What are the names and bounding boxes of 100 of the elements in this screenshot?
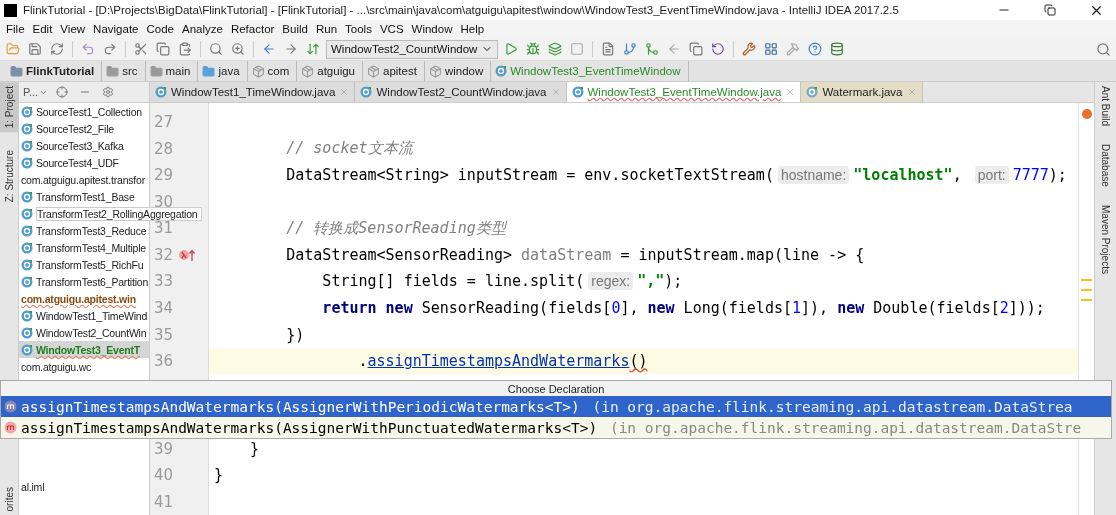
class-icon: [155, 86, 167, 98]
declaration-option[interactable]: assignTimestampsAndWatermarks(AssignerWithPeriodicWatermarks<T>) (in org.apache.flink.streaming.api.datastream.DataStrea: [1, 396, 1111, 417]
code-line: // 转换成SensorReading类型: [285, 217, 509, 239]
line-number: 33: [154, 272, 174, 291]
menu-item[interactable]: Analyze: [177, 20, 227, 38]
popup-title: Choose Declaration: [1, 381, 1111, 396]
code-line: DataStream<String> inputStream = env.socketTextStream( hostname: "localhost", port: 7777);: [285, 165, 1068, 187]
code-line: return new SensorReading(fields[0], new Long(fields[1]), new Double(fields[2]));: [321, 298, 1046, 319]
project-tree-item[interactable]: TransformTest4_Multiple: [19, 239, 149, 256]
editor-tab[interactable]: WindowTest3_EventTimeWindow.java: [566, 82, 802, 102]
class-icon: [21, 343, 33, 356]
project-tree-item[interactable]: SourceTest3_Kafka: [19, 137, 149, 154]
close-icon[interactable]: [785, 87, 796, 97]
menu-item[interactable]: Edit: [28, 20, 57, 38]
line-number: 31: [154, 219, 174, 238]
menu-item[interactable]: Build: [278, 20, 312, 38]
structure-tool-tab[interactable]: Z: Structure: [0, 146, 18, 207]
maven-tool-tab[interactable]: Maven Projects: [1096, 200, 1115, 278]
editor-tab[interactable]: Watermark.java: [801, 82, 923, 102]
menu-item[interactable]: Help: [456, 20, 489, 38]
line-number: 39: [154, 439, 174, 458]
search-icon[interactable]: [1094, 40, 1112, 58]
warning-stripe-mark: [1081, 299, 1092, 301]
lambda-override-icon: [179, 247, 196, 262]
package-icon: [251, 64, 265, 78]
breadcrumb[interactable]: FlinkTutorial: [6, 61, 103, 81]
code-line: String[] fields = line.split( regex: ",");: [321, 271, 684, 293]
warning-icon: [1081, 109, 1092, 119]
code-line: }): [285, 324, 306, 346]
package-icon: [428, 64, 442, 78]
app-icon: [4, 3, 17, 17]
breadcrumb[interactable]: java: [198, 61, 248, 81]
menu-item[interactable]: Run: [311, 20, 342, 38]
line-number: 36: [154, 352, 174, 371]
project-tree-item[interactable]: com.atguigu.apitest.transfor: [19, 171, 149, 188]
menu-item[interactable]: VCS: [375, 20, 408, 38]
search-icon[interactable]: [207, 40, 225, 58]
database-tool-tab[interactable]: Database: [1096, 140, 1115, 191]
menu-item[interactable]: Navigate: [89, 20, 143, 38]
warning-stripe-mark: [1081, 289, 1092, 291]
project-tree-item[interactable]: TransformTest6_Partition: [19, 273, 149, 290]
line-number: 40: [154, 466, 174, 485]
class-icon: [571, 86, 584, 98]
breadcrumb[interactable]: com: [247, 61, 298, 81]
editor-tab[interactable]: WindowTest1_TimeWindow.java: [150, 82, 356, 102]
project-tree-item[interactable]: al.iml: [19, 478, 149, 495]
menu-item[interactable]: Window: [407, 20, 457, 38]
breadcrumb[interactable]: apitest: [363, 61, 425, 81]
line-number: 34: [154, 299, 174, 317]
run-configuration-dropdown[interactable]: WindowTest2_CountWindow: [326, 39, 499, 59]
warning-stripe-mark: [1081, 279, 1092, 281]
line-number: 28: [154, 139, 174, 158]
code-line: DataStream<SensorReading> dataStream = inputStream.map(line -> {: [285, 244, 866, 266]
line-number: 41: [154, 492, 174, 511]
method-icon: [4, 400, 17, 413]
code-line: }: [249, 438, 261, 460]
folder-icon: [149, 64, 163, 78]
code-line: // socket文本流: [285, 138, 416, 160]
class-icon: [360, 86, 373, 98]
project-tree-item[interactable]: com.atguigu.wc: [19, 358, 149, 375]
save-icon[interactable]: [26, 40, 44, 58]
project-tree-item[interactable]: WindowTest2_CountWin: [19, 324, 149, 341]
editor-tab[interactable]: WindowTest2_CountWindow.java: [355, 82, 567, 102]
project-tree-item[interactable]: SourceTest2_File: [19, 120, 149, 137]
breadcrumb[interactable]: src: [102, 61, 146, 81]
sync-icon[interactable]: [48, 40, 66, 58]
method-icon: [4, 421, 17, 434]
ant-build-tool-tab[interactable]: Ant Build: [1096, 82, 1115, 131]
project-tree-item[interactable]: SourceTest1_Collection: [19, 103, 149, 120]
favorites-tool-tab[interactable]: orites: [0, 482, 18, 515]
project-view-dropdown[interactable]: P...: [23, 86, 49, 98]
folder-icon: [106, 64, 120, 78]
declaration-option[interactable]: assignTimestampsAndWatermarks(AssignerWithPunctuatedWatermarks<T>) (in org.apache.flink.streaming.api.datastream.DataStre: [1, 417, 1111, 438]
project-tree-item[interactable]: TransformTest1_Base: [19, 188, 149, 205]
class-icon: [495, 65, 508, 77]
project-tree-item[interactable]: WindowTest3_EventT: [19, 341, 149, 358]
menu-item[interactable]: Refactor: [226, 20, 279, 38]
breadcrumb[interactable]: main: [145, 61, 199, 81]
restore-icon: [1044, 4, 1056, 16]
project-folder-icon: [10, 64, 23, 78]
project-tool-tab[interactable]: 1: Project: [0, 82, 18, 133]
package-icon: [301, 64, 315, 78]
class-icon: [806, 86, 819, 98]
source-folder-icon: [202, 64, 216, 78]
code-line: }: [213, 465, 225, 487]
copy-icon[interactable]: [154, 40, 172, 58]
menu-item[interactable]: File: [2, 20, 29, 38]
window-title: FlinkTutorial - [D:\Projects\BigData\FlinkTutorial] - [FlinkTutorial] - ...\src\main\java\com\atguigu\apitest\window\WindowTest3_EventTimeWindow.java - IntelliJ IDEA 2017.2.5: [23, 4, 900, 16]
menu-item[interactable]: View: [56, 20, 90, 38]
project-tree-item[interactable]: SourceTest4_UDF: [19, 154, 149, 171]
breadcrumb[interactable]: WindowTest3_EventTimeWindow: [491, 61, 689, 81]
project-tree-item[interactable]: TransformTest3_Reduce: [19, 222, 149, 239]
menu-item[interactable]: Tools: [341, 20, 376, 38]
menu-item[interactable]: Code: [142, 20, 178, 38]
project-tree-item[interactable]: TransformTest5_RichFu: [19, 256, 149, 273]
breadcrumb[interactable]: atguigu: [297, 61, 363, 81]
breadcrumb[interactable]: window: [424, 61, 492, 81]
line-number: 32: [154, 245, 174, 264]
project-tree-item[interactable]: WindowTest1_TimeWind: [19, 307, 149, 324]
project-tree-item[interactable]: com.atguigu.apitest.win: [19, 290, 149, 307]
